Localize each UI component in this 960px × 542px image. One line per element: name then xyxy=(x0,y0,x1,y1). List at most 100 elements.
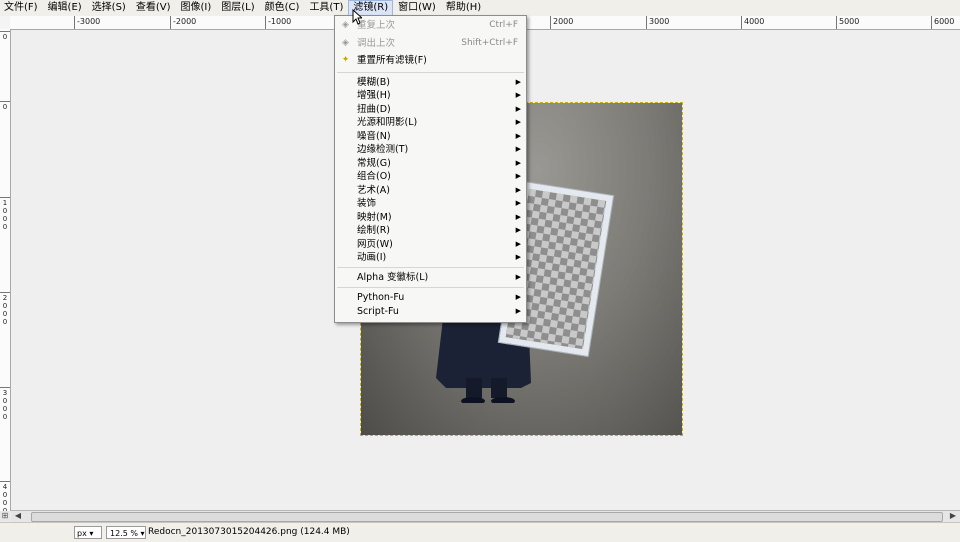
menu-windows[interactable]: 窗口(W) xyxy=(394,1,440,15)
ruler-top-label: 2000 xyxy=(553,17,574,26)
submenu-arrow-icon: ▶ xyxy=(515,307,521,315)
menu-colors[interactable]: 颜色(C) xyxy=(261,1,304,15)
menu-item-label: 增强(H) xyxy=(357,90,391,101)
ruler-tick xyxy=(0,197,10,198)
submenu-arrow-icon: ▶ xyxy=(515,145,521,153)
menu-item-render[interactable]: 绘制(R) ▶ xyxy=(335,224,526,237)
submenu-arrow-icon: ▶ xyxy=(515,118,521,126)
menu-item-edge-detect[interactable]: 边缘检测(T) ▶ xyxy=(335,143,526,156)
menu-help[interactable]: 帮助(H) xyxy=(442,1,485,15)
scrollbar-thumb[interactable] xyxy=(31,512,943,522)
menu-item-label: 艺术(A) xyxy=(357,185,390,196)
menu-item-label: 重复上次 xyxy=(357,20,396,31)
ruler-left[interactable]: 0 0 1000 2000 3000 4000 xyxy=(0,29,11,515)
submenu-arrow-icon: ▶ xyxy=(515,213,521,221)
reshow-icon: ◈ xyxy=(342,38,349,48)
ruler-tick xyxy=(0,387,10,388)
submenu-arrow-icon: ▶ xyxy=(515,105,521,113)
file-info: Redocn_20130730152044​26.png (124.4 MB) xyxy=(148,527,350,537)
menu-item-distorts[interactable]: 扭曲(D) ▶ xyxy=(335,103,526,116)
menu-item-decor[interactable]: 装饰 ▶ xyxy=(335,197,526,210)
menu-item-label: 扭曲(D) xyxy=(357,104,391,115)
unit-select[interactable]: px ▾ xyxy=(74,526,102,539)
ruler-tick xyxy=(170,16,171,29)
ruler-left-label: 0 xyxy=(2,33,8,41)
reset-icon: ✦ xyxy=(341,55,350,65)
ruler-tick xyxy=(836,16,837,29)
menu-separator xyxy=(337,72,524,73)
submenu-arrow-icon: ▶ xyxy=(515,293,521,301)
menu-tools[interactable]: 工具(T) xyxy=(305,1,347,15)
menu-edit[interactable]: 编辑(E) xyxy=(44,1,86,15)
ruler-tick xyxy=(550,16,551,29)
menu-item-label: 组合(O) xyxy=(357,171,391,182)
menu-view[interactable]: 查看(V) xyxy=(132,1,175,15)
ruler-tick xyxy=(0,31,10,32)
submenu-arrow-icon: ▶ xyxy=(515,132,521,140)
menu-item-label: Script-Fu xyxy=(357,306,399,317)
menu-item-enhance[interactable]: 增强(H) ▶ xyxy=(335,89,526,102)
repeat-icon: ◈ xyxy=(342,20,349,30)
menu-item-label: 动画(I) xyxy=(357,252,387,263)
ruler-tick xyxy=(74,16,75,29)
unit-value: px xyxy=(77,529,87,538)
menu-image[interactable]: 图像(I) xyxy=(177,1,216,15)
menu-file[interactable]: 文件(F) xyxy=(0,1,42,15)
menu-item-label: Python-Fu xyxy=(357,292,405,303)
menu-item-label: 模糊(B) xyxy=(357,77,390,88)
submenu-arrow-icon: ▶ xyxy=(515,226,521,234)
navigate-icon[interactable]: ⊞ xyxy=(0,511,10,521)
menu-item-map[interactable]: 映射(M) ▶ xyxy=(335,211,526,224)
ruler-tick xyxy=(0,101,10,102)
menu-layer[interactable]: 图层(L) xyxy=(217,1,258,15)
menu-item-script-fu[interactable]: Script-Fu ▶ xyxy=(335,305,526,318)
ruler-top-label: 6000 xyxy=(934,17,955,26)
menu-item-animation[interactable]: 动画(I) ▶ xyxy=(335,251,526,264)
menu-item-label: 噪音(N) xyxy=(357,131,391,142)
filters-menu: ◈ 重复上次 Ctrl+F ◈ 调出上次 Shift+Ctrl+F ✦ 重置所有… xyxy=(334,15,527,323)
shortcut: Shift+Ctrl+F xyxy=(461,38,518,48)
menu-item-noise[interactable]: 噪音(N) ▶ xyxy=(335,130,526,143)
status-bar: px ▾ 12.5 % ▾ Redocn_20130730152044​26.p… xyxy=(0,522,960,542)
menu-select[interactable]: 选择(S) xyxy=(88,1,130,15)
scroll-right-icon[interactable]: ▶ xyxy=(948,511,958,521)
ruler-left-label: 0 xyxy=(2,103,8,111)
menu-item-light-shadow[interactable]: 光源和阴影(L) ▶ xyxy=(335,116,526,129)
menu-item-combine[interactable]: 组合(O) ▶ xyxy=(335,170,526,183)
ruler-top-label: 3000 xyxy=(649,17,670,26)
menu-separator xyxy=(337,267,524,268)
ruler-tick xyxy=(931,16,932,29)
menu-item-python-fu[interactable]: Python-Fu ▶ xyxy=(335,291,526,304)
menu-item-label: 调出上次 xyxy=(357,38,396,49)
ruler-top-label: -3000 xyxy=(77,17,101,26)
menu-item-reset-filters[interactable]: ✦ 重置所有滤镜(F) xyxy=(335,54,526,67)
menu-item-reshow-last[interactable]: ◈ 调出上次 Shift+Ctrl+F xyxy=(335,37,526,50)
menu-item-alpha-to-logo[interactable]: Alpha 变徽标(L) ▶ xyxy=(335,271,526,284)
menu-item-label: 常规(G) xyxy=(357,158,391,169)
zoom-select[interactable]: 12.5 % ▾ xyxy=(106,526,146,539)
submenu-arrow-icon: ▶ xyxy=(515,253,521,261)
menu-item-label: 映射(M) xyxy=(357,212,392,223)
menu-item-blur[interactable]: 模糊(B) ▶ xyxy=(335,76,526,89)
menu-item-label: 装饰 xyxy=(357,198,377,209)
menu-item-generic[interactable]: 常规(G) ▶ xyxy=(335,157,526,170)
scroll-left-icon[interactable]: ◀ xyxy=(13,511,23,521)
ruler-top-label: 4000 xyxy=(744,17,765,26)
menu-item-artistic[interactable]: 艺术(A) ▶ xyxy=(335,184,526,197)
ruler-tick xyxy=(646,16,647,29)
menu-item-label: Alpha 变徽标(L) xyxy=(357,272,429,283)
horizontal-scrollbar[interactable]: ◀ ▶ xyxy=(11,510,960,522)
menu-item-label: 网页(W) xyxy=(357,239,393,250)
mouse-cursor-icon xyxy=(352,9,362,25)
menu-item-label: 光源和阴影(L) xyxy=(357,117,418,128)
submenu-arrow-icon: ▶ xyxy=(515,273,521,281)
ruler-top-label: 5000 xyxy=(839,17,860,26)
ruler-tick xyxy=(0,481,10,482)
menu-item-web[interactable]: 网页(W) ▶ xyxy=(335,238,526,251)
submenu-arrow-icon: ▶ xyxy=(515,78,521,86)
menu-item-repeat-last[interactable]: ◈ 重复上次 Ctrl+F xyxy=(335,19,526,32)
shortcut: Ctrl+F xyxy=(489,20,518,30)
menu-separator xyxy=(337,287,524,288)
ruler-top-label: -1000 xyxy=(268,17,292,26)
ruler-tick xyxy=(0,292,10,293)
